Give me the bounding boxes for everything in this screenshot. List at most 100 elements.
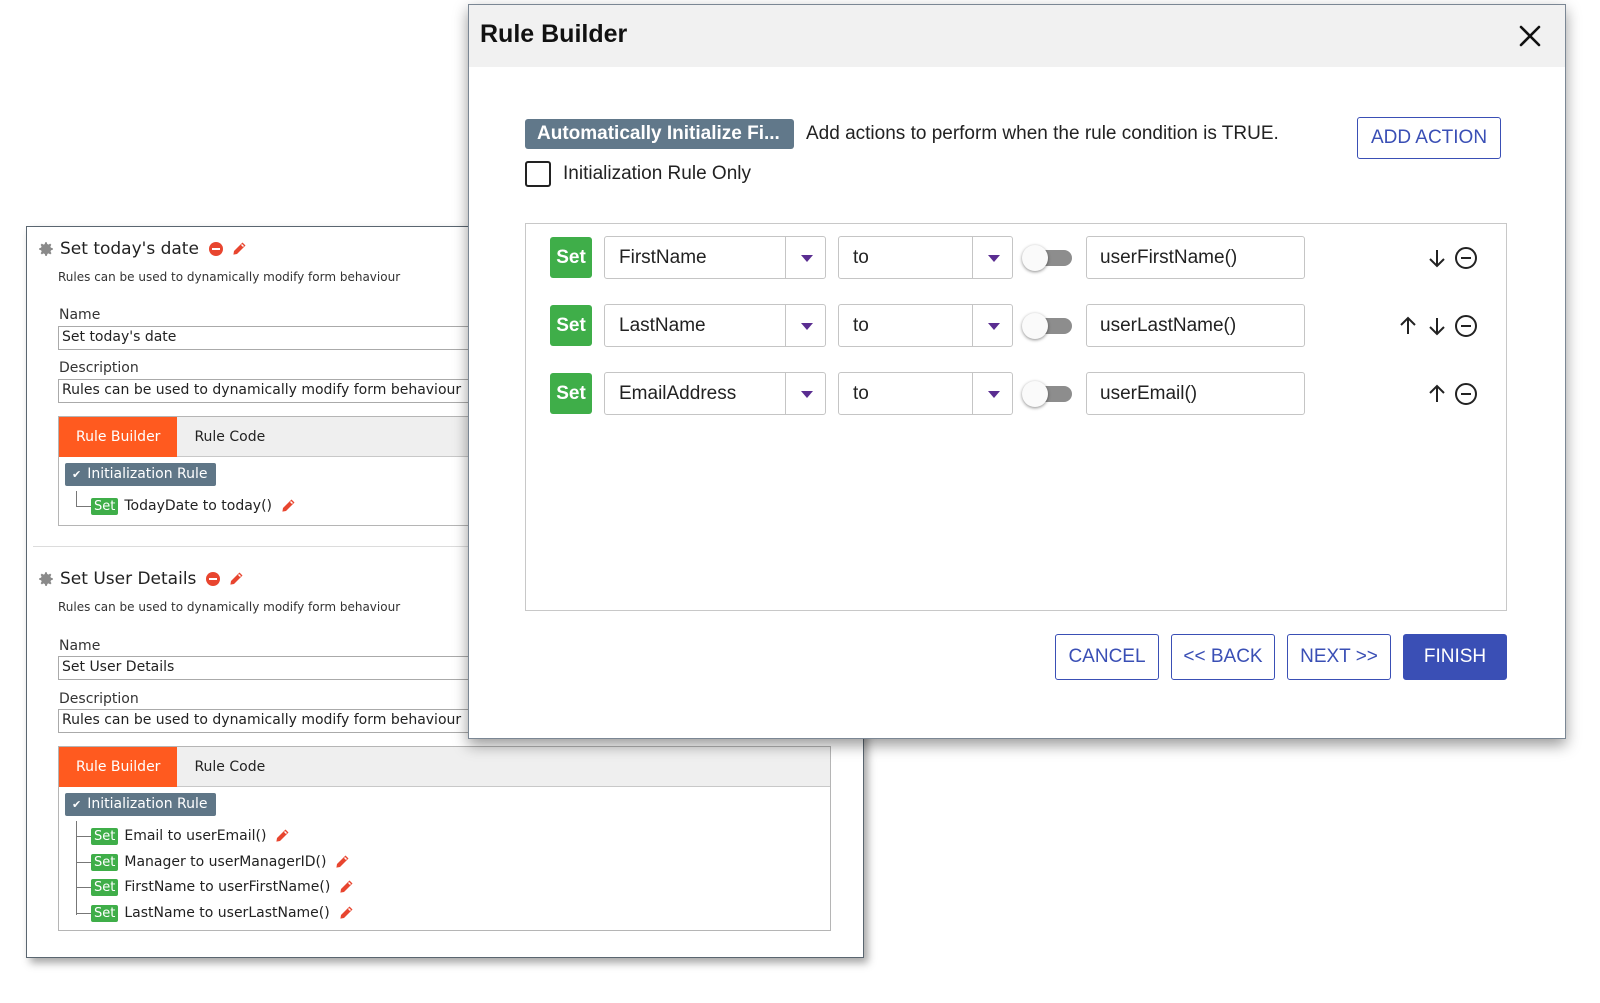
chevron-down-icon[interactable] — [785, 373, 825, 414]
action-row: Set LastName to userLastName() — [526, 304, 1506, 348]
list-item[interactable]: Set TodayDate to today() — [77, 495, 296, 517]
operator-select[interactable]: to — [838, 236, 1013, 279]
operator-select-value: to — [853, 247, 869, 268]
set-badge: Set — [91, 878, 119, 896]
arrow-up-icon[interactable] — [1396, 314, 1420, 338]
pencil-icon[interactable] — [228, 571, 244, 587]
expression-toggle[interactable] — [1022, 381, 1074, 407]
gear-icon[interactable] — [37, 240, 55, 258]
description-label: Description — [59, 360, 139, 376]
pencil-icon[interactable] — [274, 828, 290, 844]
dialog-description: Add actions to perform when the rule con… — [806, 123, 1279, 144]
add-action-button[interactable]: ADD ACTION — [1357, 117, 1501, 159]
remove-circle-icon[interactable] — [1454, 246, 1478, 270]
initialization-only-checkbox[interactable] — [525, 161, 551, 187]
close-icon[interactable] — [1517, 23, 1543, 49]
set-verb-badge[interactable]: Set — [550, 373, 592, 414]
rule-header: Set User Details — [37, 569, 244, 589]
check-icon: ✔ — [72, 468, 82, 481]
set-verb-badge[interactable]: Set — [550, 305, 592, 346]
rule-name-badge: Automatically Initialize Fi... — [525, 119, 794, 149]
tab-rule-code[interactable]: Rule Code — [177, 417, 282, 457]
rule-tabs: Rule Builder Rule Code — [59, 747, 830, 787]
toggle-knob — [1022, 245, 1048, 271]
field-select-value: FirstName — [619, 247, 707, 268]
field-select-value: EmailAddress — [619, 383, 737, 404]
pencil-icon[interactable] — [334, 854, 350, 870]
list-item[interactable]: Set LastName to userLastName() — [77, 902, 354, 924]
value-input[interactable]: userLastName() — [1086, 304, 1305, 347]
operator-select[interactable]: to — [838, 372, 1013, 415]
initialization-rule-badge[interactable]: ✔ Initialization Rule — [65, 463, 216, 486]
tab-rule-code[interactable]: Rule Code — [177, 747, 282, 787]
arrow-down-icon[interactable] — [1425, 314, 1449, 338]
operator-select[interactable]: to — [838, 304, 1013, 347]
rule-item-text: Manager to userManagerID() — [124, 854, 327, 870]
expression-toggle[interactable] — [1022, 245, 1074, 271]
next-button[interactable]: NEXT >> — [1287, 634, 1391, 680]
rule-item-text: Email to userEmail() — [124, 828, 267, 844]
chevron-down-icon[interactable] — [785, 305, 825, 346]
initialization-rule-label: Initialization Rule — [87, 796, 208, 812]
toggle-knob — [1022, 381, 1048, 407]
rule-builder-box: Rule Builder Rule Code ✔ Initialization R… — [58, 746, 831, 931]
rule-title: Set User Details — [60, 569, 197, 589]
tab-rule-builder[interactable]: Rule Builder — [59, 747, 178, 787]
field-select[interactable]: EmailAddress — [604, 372, 826, 415]
list-item[interactable]: Set FirstName to userFirstName() — [77, 876, 354, 898]
operator-select-value: to — [853, 383, 869, 404]
field-select[interactable]: LastName — [604, 304, 826, 347]
rule-title: Set today's date — [60, 239, 199, 259]
remove-circle-icon[interactable] — [1454, 314, 1478, 338]
field-select[interactable]: FirstName — [604, 236, 826, 279]
pencil-icon[interactable] — [231, 241, 247, 257]
list-item[interactable]: Set Email to userEmail() — [77, 825, 290, 847]
finish-button[interactable]: FINISH — [1403, 634, 1507, 680]
rule-item-tree: Set Email to userEmail() Set Manager to … — [76, 821, 353, 922]
arrow-up-icon[interactable] — [1425, 382, 1449, 406]
delete-rule-icon[interactable] — [208, 242, 223, 256]
rule-item-text: FirstName to userFirstName() — [124, 879, 331, 895]
rule-subtitle: Rules can be used to dynamically modify … — [58, 600, 401, 614]
remove-circle-icon[interactable] — [1454, 382, 1478, 406]
chevron-down-icon[interactable] — [972, 305, 1012, 346]
toggle-knob — [1022, 313, 1048, 339]
description-label: Description — [59, 691, 139, 707]
pencil-icon[interactable] — [338, 905, 354, 921]
check-icon: ✔ — [72, 798, 82, 811]
initialization-only-label: Initialization Rule Only — [563, 163, 751, 184]
field-select-value: LastName — [619, 315, 706, 336]
back-button[interactable]: << BACK — [1171, 634, 1275, 680]
set-badge: Set — [91, 497, 119, 515]
pencil-icon[interactable] — [338, 879, 354, 895]
operator-select-value: to — [853, 315, 869, 336]
name-label: Name — [59, 638, 101, 654]
expression-toggle[interactable] — [1022, 313, 1074, 339]
rule-header: Set today's date — [37, 239, 247, 259]
arrow-down-icon[interactable] — [1425, 246, 1449, 270]
rule-item-tree: Set TodayDate to today() — [76, 491, 295, 515]
dialog-title: Rule Builder — [480, 20, 628, 48]
value-input[interactable]: userFirstName() — [1086, 236, 1305, 279]
chevron-down-icon[interactable] — [972, 237, 1012, 278]
set-badge: Set — [91, 853, 119, 871]
delete-rule-icon[interactable] — [206, 572, 221, 586]
pencil-icon[interactable] — [280, 498, 296, 514]
set-badge: Set — [91, 904, 119, 922]
list-item[interactable]: Set Manager to userManagerID() — [77, 851, 350, 873]
value-input[interactable]: userEmail() — [1086, 372, 1305, 415]
set-verb-badge[interactable]: Set — [550, 237, 592, 278]
cancel-button[interactable]: CANCEL — [1055, 634, 1159, 680]
dialog-header: Rule Builder — [469, 5, 1565, 67]
action-row: Set FirstName to userFirstName() — [526, 236, 1506, 280]
initialization-only-option[interactable]: Initialization Rule Only — [525, 161, 751, 187]
gear-icon[interactable] — [37, 570, 55, 588]
actions-list: Set FirstName to userFirstName() Set Las… — [525, 223, 1507, 611]
tab-rule-builder[interactable]: Rule Builder — [59, 417, 178, 457]
rule-subtitle: Rules can be used to dynamically modify … — [58, 270, 401, 284]
initialization-rule-label: Initialization Rule — [87, 466, 208, 482]
chevron-down-icon[interactable] — [785, 237, 825, 278]
initialization-rule-badge[interactable]: ✔ Initialization Rule — [65, 793, 216, 816]
rule-item-text: TodayDate to today() — [124, 498, 272, 514]
chevron-down-icon[interactable] — [972, 373, 1012, 414]
